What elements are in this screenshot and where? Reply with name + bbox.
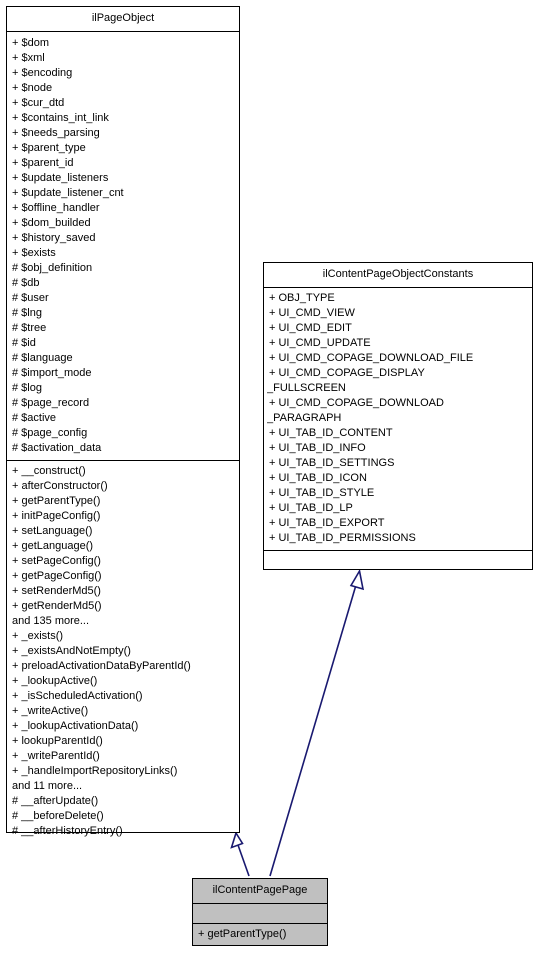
constant-item: + UI_TAB_ID_PERMISSIONS [269, 532, 416, 544]
method-item: # __afterHistoryEntry() [12, 825, 123, 837]
uml-class-diagram: ilPageObject + $dom + $xml + $encoding +… [0, 0, 539, 961]
attribute-item: # $tree [12, 322, 47, 334]
constant-item: + UI_CMD_COPAGE_DISPLAY [269, 367, 425, 379]
class-title-ilpageobject: ilPageObject [91, 12, 155, 24]
constant-item: + UI_TAB_ID_CONTENT [269, 427, 393, 439]
method-item: # __afterUpdate() [12, 795, 99, 807]
attribute-item: # $activation_data [12, 442, 102, 454]
attribute-item: + $exists [12, 247, 56, 259]
constant-item: + UI_CMD_COPAGE_DOWNLOAD_FILE [269, 352, 474, 364]
class-title-ilcontentpagepage: ilContentPagePage [212, 884, 308, 896]
attribute-item: + $parent_type [12, 142, 86, 154]
method-item: + preloadActivationDataByParentId() [12, 660, 191, 672]
attribute-item: + $parent_id [12, 157, 74, 169]
attribute-item: + $update_listeners [12, 172, 109, 184]
class-box-ilcontentpageobjectconstants[interactable]: ilContentPageObjectConstants + OBJ_TYPE … [263, 262, 533, 570]
constant-item: + UI_CMD_EDIT [269, 322, 352, 334]
method-item: + __construct() [12, 465, 86, 477]
method-item: + _writeParentId() [12, 750, 100, 762]
constant-item: + UI_CMD_VIEW [269, 307, 355, 319]
method-item: + setLanguage() [12, 525, 93, 537]
method-item: + initPageConfig() [12, 510, 101, 522]
attribute-item: + $node [12, 82, 53, 94]
attribute-item: # $lng [12, 307, 42, 319]
method-item: + getRenderMd5() [12, 600, 102, 612]
method-item: + _exists() [12, 630, 64, 642]
method-item: + _lookupActive() [12, 675, 98, 687]
constant-item: + UI_TAB_ID_SETTINGS [269, 457, 395, 469]
method-item: + _lookupActivationData() [12, 720, 139, 732]
method-item: + getLanguage() [12, 540, 94, 552]
more-methods-note: and 11 more... [12, 780, 83, 792]
method-item: + getParentType() [12, 495, 101, 507]
generalization-to-ilcontentpageobjectconstants [269, 568, 365, 877]
methods-compartment-ilpageobject: + __construct() + afterConstructor() + g… [7, 460, 239, 843]
attribute-item: + $history_saved [12, 232, 96, 244]
constant-item: + UI_TAB_ID_STYLE [269, 487, 375, 499]
constant-item: + OBJ_TYPE [269, 292, 335, 304]
attributes-compartment-ilcontentpagepage [193, 903, 327, 923]
method-item: + setPageConfig() [12, 555, 101, 567]
constant-item-continuation: _PARAGRAPH [267, 412, 342, 424]
constant-item: + UI_TAB_ID_INFO [269, 442, 366, 454]
constant-item: + UI_TAB_ID_LP [269, 502, 353, 514]
attribute-item: + $offline_handler [12, 202, 100, 214]
method-item: + afterConstructor() [12, 480, 108, 492]
method-item: + getPageConfig() [12, 570, 102, 582]
method-item: + getParentType() [198, 928, 287, 940]
attribute-item: + $update_listener_cnt [12, 187, 124, 199]
constant-item: + UI_CMD_UPDATE [269, 337, 371, 349]
attribute-item: # $language [12, 352, 73, 364]
method-item: + setRenderMd5() [12, 585, 101, 597]
attribute-item: + $needs_parsing [12, 127, 100, 139]
method-item: + _existsAndNotEmpty() [12, 645, 131, 657]
attribute-item: # $page_record [12, 397, 90, 409]
constant-item-continuation: _FULLSCREEN [267, 382, 346, 394]
class-box-ilcontentpagepage[interactable]: ilContentPagePage + getParentType() [192, 878, 328, 946]
method-item: # __beforeDelete() [12, 810, 104, 822]
more-methods-note: and 135 more... [12, 615, 90, 627]
attributes-compartment-ilpageobject: + $dom + $xml + $encoding + $node + $cur… [7, 31, 239, 460]
attribute-item: # $id [12, 337, 36, 349]
constant-item: + UI_CMD_COPAGE_DOWNLOAD [269, 397, 444, 409]
method-item: + lookupParentId() [12, 735, 103, 747]
method-item: + _handleImportRepositoryLinks() [12, 765, 178, 777]
constant-item: + UI_TAB_ID_EXPORT [269, 517, 385, 529]
attribute-item: + $cur_dtd [12, 97, 65, 109]
attribute-item: # $obj_definition [12, 262, 93, 274]
attribute-item: + $encoding [12, 67, 73, 79]
attribute-item: + $dom [12, 37, 49, 49]
attribute-item: # $active [12, 412, 57, 424]
attribute-item: # $page_config [12, 427, 88, 439]
attribute-item: # $db [12, 277, 40, 289]
constant-item: + UI_TAB_ID_ICON [269, 472, 367, 484]
method-item: + _writeActive() [12, 705, 89, 717]
attributes-compartment-ilcontentpageobjectconstants: + OBJ_TYPE + UI_CMD_VIEW + UI_CMD_EDIT +… [264, 287, 532, 550]
methods-compartment-ilcontentpagepage: + getParentType() [193, 923, 327, 946]
attribute-item: + $dom_builded [12, 217, 91, 229]
attribute-item: + $xml [12, 52, 45, 64]
class-title-ilcontentpageobjectconstants: ilContentPageObjectConstants [322, 268, 474, 280]
attribute-item: + $contains_int_link [12, 112, 109, 124]
attribute-item: # $import_mode [12, 367, 92, 379]
method-item: + _isScheduledActivation() [12, 690, 143, 702]
attribute-item: # $log [12, 382, 42, 394]
class-box-ilpageobject[interactable]: ilPageObject + $dom + $xml + $encoding +… [6, 6, 240, 837]
methods-compartment-ilcontentpageobjectconstants [264, 550, 532, 569]
attribute-item: # $user [12, 292, 49, 304]
